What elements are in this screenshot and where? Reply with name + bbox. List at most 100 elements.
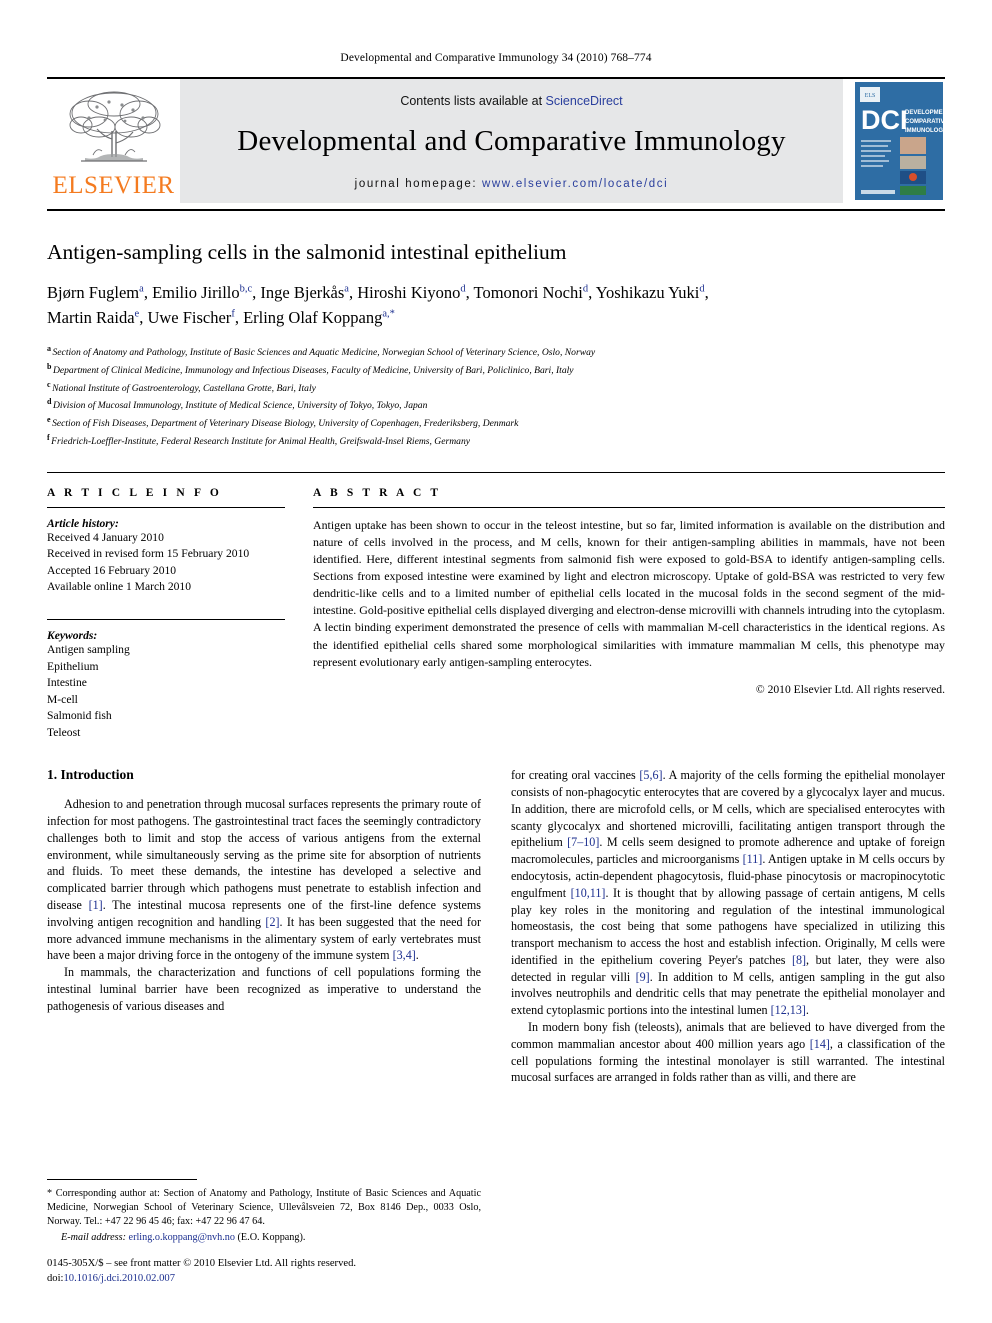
author-line-1: Bjørn Fuglema, Emilio Jirillob,c, Inge B…: [47, 282, 709, 302]
keyword-item: M-cell: [47, 692, 78, 706]
svg-text:IMMUNOLOGY: IMMUNOLOGY: [905, 128, 943, 134]
affiliation-mark: e: [47, 415, 51, 425]
svg-text:DCI: DCI: [861, 105, 908, 135]
affiliation-mark: a: [47, 344, 51, 353]
affiliation-text: Section of Fish Diseases, Department of …: [52, 418, 519, 430]
title-block: Antigen-sampling cells in the salmonid i…: [47, 239, 945, 450]
article-info-column: A R T I C L E I N F O Article history: R…: [47, 487, 285, 742]
citation-ref[interactable]: [9]: [636, 970, 650, 984]
keyword-item: Intestine: [47, 676, 87, 690]
history-item: Received in revised form 15 February 201…: [47, 547, 250, 561]
introduction-heading: 1. Introduction: [47, 767, 134, 783]
body-column-right: for creating oral vaccines [5,6]. A majo…: [511, 767, 945, 1287]
masthead-bottom-rule: [47, 209, 945, 211]
homepage-label: journal homepage:: [354, 178, 482, 190]
article-history-label: Article history:: [47, 516, 119, 530]
intro-paragraph-2: In mammals, the characterization and fun…: [47, 965, 481, 1013]
footnote-area: * Corresponding author at: Section of An…: [47, 1179, 481, 1287]
intro-text-a: Adhesion to and penetration through muco…: [47, 797, 481, 912]
affiliation-mark: b: [47, 361, 52, 371]
citation-ref[interactable]: [14]: [810, 1037, 830, 1051]
article-info-rule: [47, 506, 285, 508]
affiliation-mark: d: [47, 397, 52, 407]
article-info-heading: A R T I C L E I N F O: [47, 486, 222, 499]
doi-line: doi:10.1016/j.dci.2010.02.007: [47, 1272, 481, 1287]
elsevier-logo: ELSEVIER: [47, 79, 180, 203]
affiliation-item: d Division of Mucosal Immunology, Institu…: [47, 396, 945, 414]
affiliation-mark: c: [47, 379, 51, 389]
history-item: Accepted 16 February 2010: [47, 563, 177, 577]
keyword-item: Antigen sampling: [47, 643, 130, 657]
contents-available-line: Contents lists available at ScienceDirec…: [400, 94, 622, 108]
intro-paragraph-1: Adhesion to and penetration through muco…: [47, 796, 481, 964]
elsevier-tree-icon: [59, 87, 169, 175]
intro-paragraph-3: for creating oral vaccines [5,6]. A majo…: [511, 767, 945, 1019]
info-abstract-section: A R T I C L E I N F O Article history: R…: [47, 471, 945, 742]
email-label: E-mail address:: [61, 1232, 129, 1244]
citation-ref[interactable]: [2]: [265, 915, 279, 929]
journal-title: Developmental and Comparative Immunology: [237, 125, 786, 157]
abstract-heading: A B S T R A C T: [313, 486, 442, 499]
affiliation-text: Division of Mucosal Immunology, Institut…: [52, 400, 428, 412]
contents-prefix: Contents lists available at: [400, 94, 546, 108]
journal-masthead: ELSEVIER Contents lists available at Sci…: [47, 77, 945, 203]
page-title: Antigen-sampling cells in the salmonid i…: [47, 240, 567, 264]
doi-link[interactable]: 10.1016/j.dci.2010.02.007: [63, 1273, 175, 1284]
citation-ref[interactable]: [11]: [743, 852, 763, 866]
journal-homepage-line: journal homepage: www.elsevier.com/locat…: [355, 178, 669, 190]
citation-ref[interactable]: [7–10]: [567, 835, 599, 849]
citation-ref[interactable]: [8]: [792, 953, 806, 967]
article-page: Developmental and Comparative Immunology…: [0, 0, 992, 1323]
journal-cover-thumbnail: ELS DCI DEVELOPMENTAL & COMPARATIVE IMMU…: [853, 79, 945, 203]
journal-band: Contents lists available at ScienceDirec…: [180, 79, 843, 203]
keywords-rule: [47, 619, 285, 621]
elsevier-wordmark: ELSEVIER: [52, 172, 175, 199]
running-head: Developmental and Comparative Immunology…: [340, 52, 652, 64]
intro-text-h: .: [805, 1003, 809, 1018]
citation-ref[interactable]: [10,11]: [571, 886, 606, 900]
svg-text:COMPARATIVE: COMPARATIVE: [905, 119, 943, 125]
intro-text-d: .: [415, 948, 419, 963]
abstract-rule: [313, 506, 945, 508]
affiliation-item: e Section of Fish Diseases, Department of…: [47, 414, 945, 432]
citation-ref[interactable]: [1]: [89, 898, 103, 912]
email-link[interactable]: erling.o.koppang@nvh.no: [129, 1232, 235, 1243]
affiliation-text: National Institute of Gastroenterology, …: [52, 382, 316, 394]
affiliation-text: Department of Clinical Medicine, Immunol…: [52, 364, 574, 376]
author-list: Bjørn Fuglema, Emilio Jirillob,c, Inge B…: [47, 280, 945, 331]
footnote-rule: [47, 1179, 197, 1181]
keyword-item: Teleost: [47, 725, 81, 739]
citation-ref[interactable]: [12,13]: [771, 1003, 806, 1017]
abstract-copyright: © 2010 Elsevier Ltd. All rights reserved…: [755, 682, 945, 696]
intro-text-a: for creating oral vaccines: [511, 768, 640, 783]
doi-label: doi:: [47, 1273, 64, 1285]
affiliation-text: Section of Anatomy and Pathology, Instit…: [52, 347, 596, 359]
corresponding-author-note: * Corresponding author at: Section of An…: [47, 1188, 481, 1228]
history-item: Available online 1 March 2010: [47, 579, 192, 593]
intro-paragraph-4: In modern bony fish (teleosts), animals …: [511, 1019, 945, 1086]
history-item: Received 4 January 2010: [47, 530, 164, 544]
issn-line: 0145-305X/$ – see front matter © 2010 El…: [47, 1258, 357, 1270]
body-column-left: 1. Introduction Adhesion to and penetrat…: [47, 767, 481, 1287]
citation-ref[interactable]: [5,6]: [639, 768, 662, 782]
svg-text:DEVELOPMENTAL &: DEVELOPMENTAL &: [905, 110, 943, 116]
affiliation-item: a Section of Anatomy and Pathology, Insti…: [47, 343, 945, 361]
affiliation-mark: f: [47, 432, 50, 442]
homepage-url-link[interactable]: www.elsevier.com/locate/dci: [482, 178, 668, 190]
email-suffix: (E.O. Koppang).: [234, 1232, 306, 1244]
citation-ref[interactable]: [3,4]: [393, 948, 416, 962]
issn-block: 0145-305X/$ – see front matter © 2010 El…: [47, 1257, 481, 1287]
affiliation-list: a Section of Anatomy and Pathology, Insti…: [47, 343, 945, 450]
abstract-column: A B S T R A C T Antigen uptake has been …: [313, 487, 945, 742]
keywords-list: Antigen sampling Epithelium Intestine M-…: [47, 642, 285, 741]
affiliation-item: f Friedrich-Loeffler-Institute, Federal R…: [47, 432, 945, 450]
author-line-2: Martin Raidae, Uwe Fischerf, Erling Olaf…: [47, 308, 395, 328]
keywords-block: Keywords: Antigen sampling Epithelium In…: [47, 619, 285, 741]
affiliation-item: c National Institute of Gastroenterology,…: [47, 379, 945, 397]
affiliation-item: b Department of Clinical Medicine, Immuno…: [47, 361, 945, 379]
keyword-item: Salmonid fish: [47, 709, 112, 723]
body-columns: 1. Introduction Adhesion to and penetrat…: [47, 767, 945, 1287]
abstract-text: Antigen uptake has been shown to occur i…: [313, 517, 945, 669]
affiliation-text: Friedrich-Loeffler-Institute, Federal Re…: [51, 436, 471, 448]
sciencedirect-link[interactable]: ScienceDirect: [546, 94, 623, 108]
